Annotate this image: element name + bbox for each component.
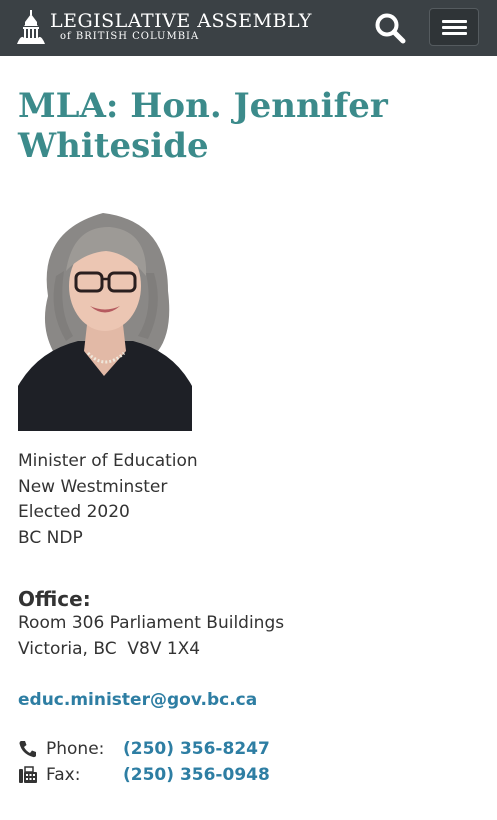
office-heading: Office: [18,587,91,611]
parliament-building-icon[interactable] [15,10,47,44]
party-name: BC NDP [18,527,83,548]
hamburger-menu-icon [442,20,467,23]
hamburger-menu-button[interactable] [429,8,479,46]
mla-portrait-photo [18,201,192,431]
fax-icon [19,766,37,783]
fax-row: Fax: (250) 356-0948 [18,763,318,787]
search-icon[interactable] [374,12,406,44]
phone-row: Phone: (250) 356-8247 [18,737,318,761]
hamburger-menu-icon [442,32,467,35]
fax-label: Fax: [46,765,81,785]
phone-label: Phone: [46,739,105,759]
riding-name: New Westminster [18,476,168,497]
hamburger-menu-icon [442,26,467,29]
logo-title[interactable]: LEGISLATIVE ASSEMBLY [50,10,312,32]
office-address-line2: Victoria, BC V8V 1X4 [18,638,201,659]
phone-number-link[interactable]: (250) 356-8247 [123,737,270,761]
fax-number-link[interactable]: (250) 356-0948 [123,763,270,787]
office-address-line1: Room 306 Parliament Buildings [18,613,285,633]
page-title: MLA: Hon. Jennifer Whiteside [18,86,388,166]
elected-year: Elected 2020 [18,502,130,522]
phone-icon [19,741,36,758]
email-link[interactable]: educ.minister@gov.bc.ca [18,688,257,712]
minister-role: Minister of Education [18,451,198,471]
logo-subtitle[interactable]: of BRITISH COLUMBIA [60,31,199,43]
top-navbar: LEGISLATIVE ASSEMBLY of BRITISH COLUMBIA [0,0,497,56]
